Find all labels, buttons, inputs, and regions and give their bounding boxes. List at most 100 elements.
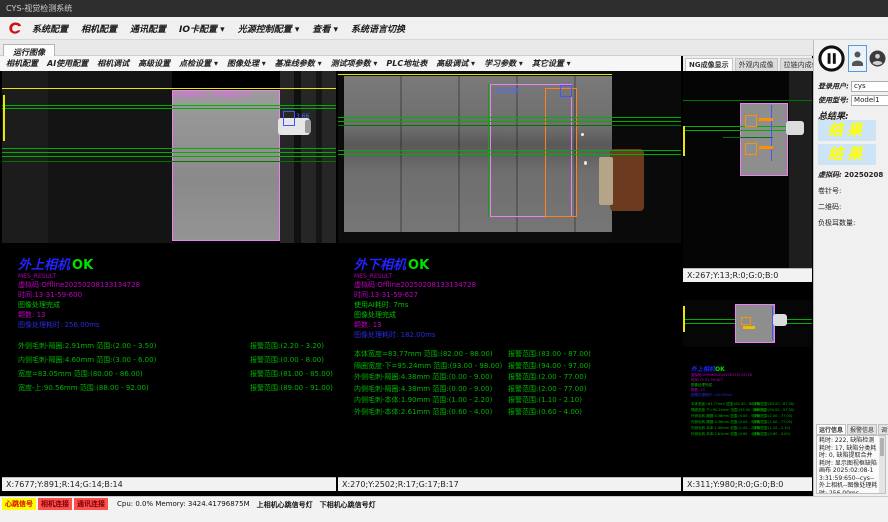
orange-roi-box — [545, 88, 577, 217]
left-done: 图像处理完成 — [18, 300, 333, 310]
right-top-image[interactable] — [683, 71, 812, 268]
blue-marker-box — [283, 111, 295, 126]
user-manage-button[interactable] — [869, 48, 886, 68]
measurement-row: 内侧毛刺-本体:1.90mm 范围:(1.00 - 2.20)报警范围:(1.1… — [354, 395, 591, 407]
pause-button[interactable] — [816, 43, 846, 73]
right-bottom-image[interactable]: 外上相机OK 虚拟码:Offline20250208133134728 时间:1… — [683, 282, 812, 477]
window-titlebar: CYS-视觉检测系统 — [0, 0, 888, 17]
tool-advanced-settings[interactable]: 高级设置 — [138, 58, 170, 69]
camera-connect-badge: 相机连接 — [38, 498, 72, 510]
middle-mes-label: MES_RESULT — [354, 273, 591, 280]
measurement-row: 宽度-上:90.56mm 范围:(88.00 - 92.00)报警范围:(89.… — [18, 381, 333, 395]
left-count: 颗数: 13 — [18, 310, 333, 320]
menu-item-system-config[interactable]: 系统配置 — [32, 22, 68, 35]
cpu-memory-status: Cpu: 0.0% Memory: 3424.41796875M — [117, 500, 250, 508]
left-pixel-coords: X:7677;Y:891;R:14;G:14;B:14 — [2, 477, 336, 491]
tool-ai-config[interactable]: AI使用配置 — [47, 58, 88, 69]
left-elapsed: 图像处理耗时: 256.00ms — [18, 320, 333, 330]
menu-bar: 系统配置 相机配置 通讯配置 IO卡配置 ▾ 光源控制配置 ▾ 查看 ▾ 系统语… — [0, 17, 888, 40]
middle-camera-title: 外下相机 — [354, 258, 406, 273]
measurement-row: 外侧毛刺-隔圈:4.38mm 范围:(0.00 - 9.00)报警范围:(2.0… — [354, 372, 591, 384]
result-badge-1: 结果 — [818, 120, 876, 141]
middle-result-text: 外下相机OK MES_RESULT 虚拟码:Offline20250208133… — [354, 254, 591, 418]
right-view-tabs: NG成像显示 外观内成像 拉链内成像 — [683, 56, 812, 71]
ai-box-label: AI检测框 — [495, 86, 519, 95]
menu-item-light-config[interactable]: 光源控制配置 ▾ — [238, 22, 300, 35]
virtual-code-value: 20250208 — [844, 171, 883, 179]
login-user-row: 登录用户: cys — [818, 81, 888, 92]
tool-learning-params[interactable]: 学习参数 ▾ — [484, 58, 523, 69]
measurement-row: 外侧毛刺-隔圈:2.91mm 范围:(2.00 - 3.50)报警范围:(2.2… — [18, 339, 333, 353]
defect-box — [741, 317, 751, 325]
tab-run-info[interactable]: 运行信息 — [816, 424, 846, 435]
blue-marker-box — [560, 85, 572, 97]
middle-camera-image[interactable]: AI检测框 — [338, 71, 681, 243]
middle-camera-view[interactable]: AI检测框 外下相机OK MES_RESULT 虚拟码:Offline20250… — [338, 71, 681, 491]
connector-part — [786, 121, 804, 135]
left-camera-image[interactable]: 标定阈值:93, 动态阈值:100 3.66 — [2, 71, 336, 243]
run-log-text: 耗时: 222, 缺陷检测耗时: 17, 缺陷分类耗时: 0, 缺陷提取合并耗时… — [817, 436, 885, 494]
lower-camera-heartbeat-label: 下相机心跳信号灯 — [320, 500, 376, 510]
menu-item-language[interactable]: 系统语言切换 — [351, 22, 405, 35]
login-user-value[interactable]: cys — [851, 81, 888, 92]
menu-item-io-config[interactable]: IO卡配置 ▾ — [179, 22, 225, 35]
middle-done: 图像处理完成 — [354, 310, 591, 320]
run-log-box: 耗时: 222, 缺陷检测耗时: 17, 缺陷分类耗时: 0, 缺陷提取合并耗时… — [816, 435, 886, 494]
tool-image-processing[interactable]: 图像处理 ▾ — [227, 58, 266, 69]
defect-box — [745, 115, 757, 127]
left-threshold-overlay: 标定阈值:93, 动态阈值:100 — [174, 90, 249, 99]
log-scrollbar-thumb[interactable] — [880, 438, 884, 456]
tool-camera-debug[interactable]: 相机调试 — [97, 58, 129, 69]
defect-box — [745, 143, 757, 155]
admin-user-icon — [869, 50, 886, 67]
measurement-row: 内侧毛刺-隔圈:4.38mm 范围:(0.00 - 9.00)报警范围:(2.0… — [354, 384, 591, 396]
result-badge-2: 结果 — [818, 144, 876, 165]
tool-other-settings[interactable]: 其它设置 ▾ — [532, 58, 571, 69]
side-panel: 登录用户: cys 使用型号: Model1 总结果: 结果 结果 虚拟码: 2… — [813, 40, 888, 496]
brown-part — [610, 149, 644, 211]
menu-item-comm-config[interactable]: 通讯配置 — [130, 22, 166, 35]
measurement-row: 本体宽度=83.77mm 范围:(82.00 - 88.00)报警范围:(83.… — [354, 349, 591, 361]
middle-camera-status: OK — [408, 258, 429, 273]
login-user-label: 登录用户: — [818, 83, 849, 91]
left-measurements: 外侧毛刺-隔圈:2.91mm 范围:(2.00 - 3.50)报警范围:(2.2… — [18, 339, 333, 395]
right-bottom-camera-view[interactable]: 外上相机OK 虚拟码:Offline20250208133134728 时间:1… — [683, 282, 812, 491]
tool-baseline-params[interactable]: 基准线参数 ▾ — [275, 58, 322, 69]
left-camera-view[interactable]: 标定阈值:93, 动态阈值:100 3.66 外上相机OK MES_RESULT… — [2, 71, 336, 491]
virtual-code-label: 虚拟码: — [818, 171, 842, 179]
right-top-camera-view[interactable]: X:267;Y:13;R:0;G:0;B:0 — [683, 71, 812, 282]
upper-camera-heartbeat-label: 上相机心跳信号灯 — [257, 500, 313, 510]
tab-outer-imaging[interactable]: 外观内成像 — [735, 58, 778, 71]
tool-spotcheck-settings[interactable]: 点检设置 ▾ — [179, 58, 218, 69]
tab-debug-info[interactable]: 调试信息 — [878, 424, 888, 435]
pause-icon — [817, 44, 846, 73]
negative-tab-count-label: 负极耳数量: — [818, 218, 855, 228]
winding-pin-label: 卷针号: — [818, 186, 841, 196]
tool-test-params[interactable]: 测试项参数 ▾ — [331, 58, 378, 69]
tool-plc-address[interactable]: PLC地址表 — [386, 58, 427, 69]
left-time: 时间:13-31-59-600 — [18, 290, 333, 300]
left-virtual-code: 虚拟码:Offline20250208133134728 — [18, 280, 333, 290]
comm-connect-badge: 通讯连接 — [74, 498, 108, 510]
info-tab-row: 运行信息 报警信息 调试信息 — [816, 424, 888, 435]
status-bar: 心跳信号 相机连接 通讯连接 Cpu: 0.0% Memory: 3424.41… — [0, 496, 888, 522]
middle-pixel-coords: X:270;Y:2502;R:17;G:17;B:17 — [338, 477, 681, 491]
user-icon — [851, 50, 864, 67]
left-mes-label: MES_RESULT — [18, 273, 333, 280]
login-user-button[interactable] — [848, 45, 867, 72]
menu-item-camera-config[interactable]: 相机配置 — [81, 22, 117, 35]
middle-elapsed: 图像处理耗时: 182.00ms — [354, 330, 591, 340]
measurement-row: 外侧毛刺-本体:2.61mm 范围:(0.60 - 4.00)报警范围:(0.6… — [354, 407, 591, 419]
app-window: CYS-视觉检测系统 系统配置 相机配置 通讯配置 IO卡配置 ▾ 光源控制配置… — [0, 0, 888, 522]
tab-ng-display[interactable]: NG成像显示 — [685, 58, 733, 71]
tool-camera-config[interactable]: 相机配置 — [6, 58, 38, 69]
left-camera-status: OK — [72, 258, 93, 273]
tab-alarm-info[interactable]: 报警信息 — [847, 424, 877, 435]
log-scrollbar[interactable] — [879, 436, 885, 493]
menu-item-view[interactable]: 查看 ▾ — [312, 22, 338, 35]
model-value[interactable]: Model1 — [851, 95, 888, 106]
tool-advanced-debug[interactable]: 高级调试 ▾ — [436, 58, 475, 69]
measurement-row: 宽度=83.05mm 范围:(80.00 - 86.00)报警范围:(81.00… — [18, 367, 333, 381]
view-tab-row: 运行图像 — [0, 40, 813, 56]
heartbeat-badge: 心跳信号 — [2, 498, 36, 510]
